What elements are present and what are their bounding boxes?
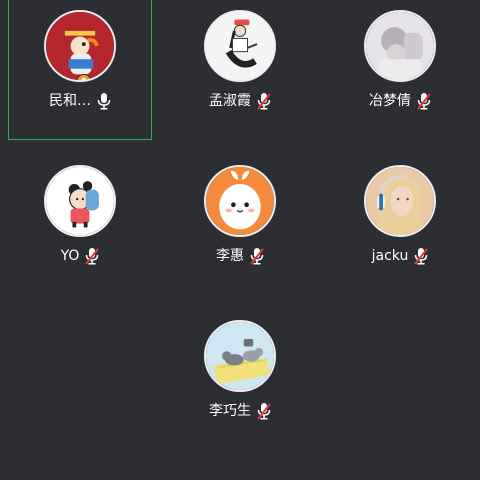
participant-grid: 民和… 孟淑霞 冶梦倩 YO 李惠 jacku 李巧生: [0, 0, 480, 480]
participant-name: 李惠: [216, 248, 244, 264]
microphone-muted-icon: [250, 247, 264, 265]
participant-avatar: [44, 10, 116, 82]
participant-tile[interactable]: 李惠: [168, 155, 312, 295]
participant-name: 冶梦倩: [369, 93, 411, 109]
participant-name: 民和…: [49, 93, 91, 109]
cartoon-figure-icon: [46, 12, 114, 80]
participant-avatar: [204, 320, 276, 392]
microphone-muted-icon: [257, 402, 271, 420]
participant-tile[interactable]: 民和…: [8, 0, 152, 140]
participant-avatar: [364, 165, 436, 237]
participant-tile[interactable]: 孟淑霞: [168, 0, 312, 140]
bunny-ghost-icon: [206, 167, 274, 235]
participant-avatar: [44, 165, 116, 237]
cats-on-mat-icon: [206, 322, 274, 390]
participant-avatar: [204, 165, 276, 237]
participant-tile[interactable]: jacku: [328, 155, 472, 295]
microphone-muted-icon: [414, 247, 429, 265]
microphone-muted-icon: [85, 247, 100, 265]
microphone-muted-icon: [257, 92, 271, 110]
participant-name: YO: [60, 248, 80, 264]
blonde-headphones-icon: [366, 167, 434, 235]
microphone-icon: [97, 92, 111, 110]
participant-tile[interactable]: YO: [8, 155, 152, 295]
participant-name: jacku: [371, 248, 409, 264]
microphone-muted-icon: [417, 92, 431, 110]
participant-name: 孟淑霞: [209, 93, 251, 109]
sketch-girl-icon: [206, 12, 274, 80]
participant-avatar: [364, 10, 436, 82]
participant-tile[interactable]: 冶梦倩: [328, 0, 472, 140]
participant-avatar: [204, 10, 276, 82]
participant-name: 李巧生: [209, 403, 251, 419]
participant-tile[interactable]: 李巧生: [168, 310, 312, 450]
cartoon-girl-headphones-icon: [46, 167, 114, 235]
photo-pale-icon: [366, 12, 434, 80]
host-icon: [76, 74, 92, 80]
